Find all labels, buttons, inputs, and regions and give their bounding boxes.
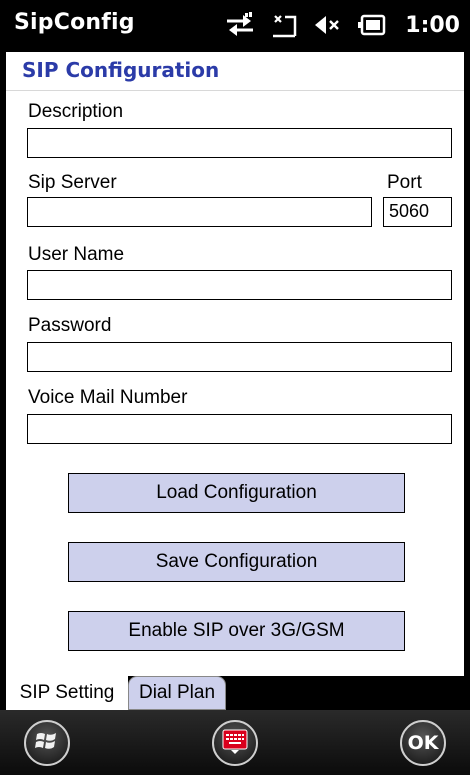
sip-config-form: Description Sip Server Port 5060 User Na… [6, 91, 464, 676]
signal-off-icon [269, 12, 299, 38]
keyboard-button[interactable] [212, 720, 258, 766]
tab-dial-plan[interactable]: Dial Plan [128, 676, 226, 710]
password-label: Password [28, 315, 112, 336]
tab-sip-setting[interactable]: SIP Setting [6, 676, 128, 710]
port-label: Port [387, 172, 422, 193]
save-configuration-button[interactable]: Save Configuration [68, 542, 405, 582]
ok-button[interactable]: OK [400, 720, 446, 766]
description-label: Description [28, 101, 124, 122]
speaker-muted-icon [313, 12, 343, 38]
load-configuration-button[interactable]: Load Configuration [68, 473, 405, 513]
clock: 1:00 [405, 12, 460, 38]
user-name-label: User Name [28, 244, 125, 265]
battery-icon [357, 12, 387, 38]
connection-arrows-icon [225, 12, 255, 38]
status-icons: 1:00 [225, 8, 460, 42]
ok-label: OK [407, 732, 439, 754]
start-button[interactable] [24, 720, 70, 766]
password-field[interactable] [27, 342, 452, 372]
app-title: SipConfig [14, 10, 135, 35]
description-field[interactable] [27, 128, 452, 158]
status-bar: SipConfig 1:00 [0, 0, 470, 52]
voice-mail-field[interactable] [27, 414, 452, 444]
page-header: SIP Configuration [6, 52, 464, 91]
windows-logo-icon [34, 728, 60, 758]
port-field[interactable]: 5060 [383, 197, 452, 227]
page-title: SIP Configuration [22, 58, 220, 82]
taskbar: OK [0, 710, 470, 775]
user-name-field[interactable] [27, 270, 452, 300]
keyboard-icon [221, 727, 249, 759]
sip-server-label: Sip Server [28, 172, 117, 193]
tab-bar: SIP Setting Dial Plan [6, 676, 464, 710]
enable-sip-3g-button[interactable]: Enable SIP over 3G/GSM [68, 611, 405, 651]
sip-server-field[interactable] [27, 197, 372, 227]
voice-mail-label: Voice Mail Number [28, 387, 188, 408]
